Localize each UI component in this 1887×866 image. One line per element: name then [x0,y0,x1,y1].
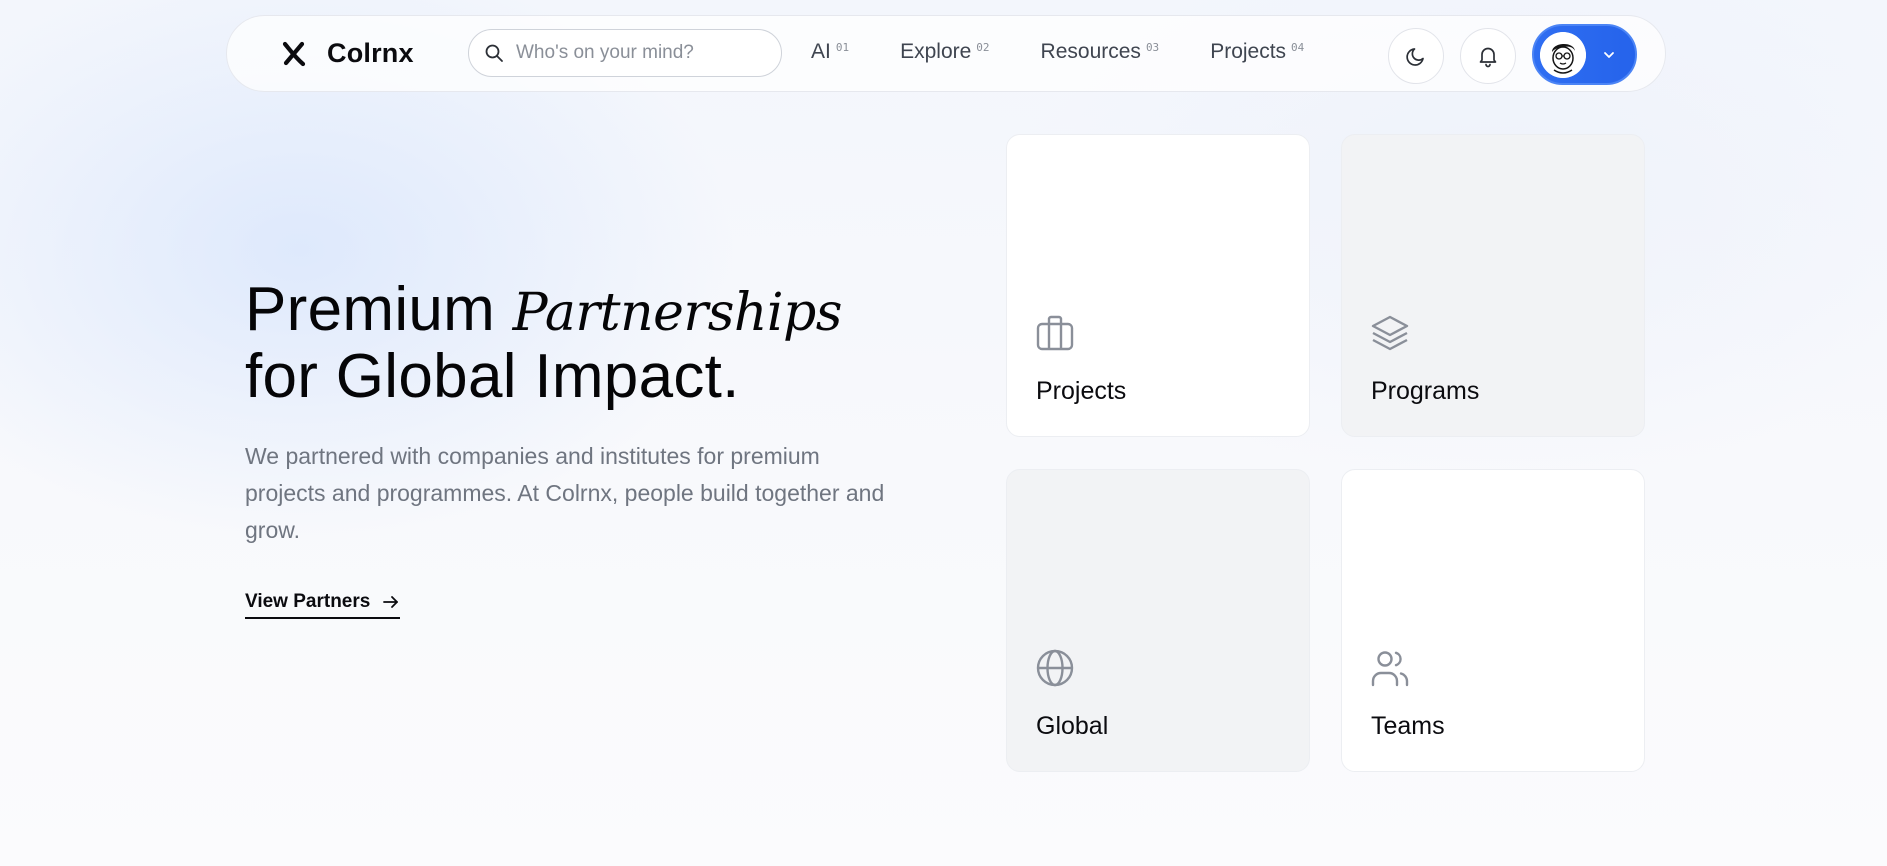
bell-icon [1479,47,1497,68]
arrow-right-icon [383,596,399,608]
search-input[interactable] [516,42,766,64]
card-projects[interactable]: Projects [1006,134,1310,437]
chevron-down-icon [1604,52,1614,58]
briefcase-icon [1036,315,1074,351]
nav-link-explore[interactable]: Explore 02 [900,40,989,64]
search-box[interactable] [468,29,782,77]
nav-links: AI 01 Explore 02 Resources 03 Projects 0… [811,40,1304,64]
hero-title-word: Premium [245,275,496,344]
card-label: Global [1036,712,1109,740]
nav-link-label: Projects [1210,40,1287,63]
hero-title-serif: Partnerships [512,283,843,343]
nav-link-label: Resources [1040,40,1141,63]
theme-toggle-button[interactable] [1388,28,1444,84]
brand-logo-link[interactable]: Colrnx [281,38,414,69]
x-logo-icon [282,41,306,66]
nav-link-resources[interactable]: Resources 03 [1041,40,1160,64]
nav-link-label: Explore [900,40,972,63]
nav-link-number: 01 [835,41,850,54]
profile-menu-button[interactable] [1532,24,1637,85]
moon-icon [1406,48,1424,66]
globe-icon [1036,649,1074,687]
nav-link-ai[interactable]: AI 01 [811,40,849,64]
layers-icon [1371,315,1409,351]
view-partners-link[interactable]: View Partners [245,591,401,619]
cta-label: View Partners [245,591,371,612]
card-label: Projects [1036,377,1127,405]
card-label: Programs [1371,377,1480,405]
avatar [1540,32,1586,78]
nav-link-label: AI [811,40,831,63]
card-global[interactable]: Global [1006,469,1310,772]
card-teams[interactable]: Teams [1341,469,1645,772]
top-navbar: Colrnx AI 01 Explore 02 Resources 03 Pro… [226,15,1666,92]
card-label: Teams [1371,712,1445,740]
card-programs[interactable]: Programs [1341,134,1645,437]
search-icon [485,44,503,62]
hero-description: We partnered with companies and institut… [245,443,885,543]
users-icon [1371,651,1409,687]
nav-link-projects[interactable]: Projects 04 [1210,40,1304,64]
brand-name: Colrnx [327,38,414,68]
hero-title: Premium Partnerships for Global Impact. [245,278,885,408]
nav-link-number: 03 [1145,41,1160,54]
notifications-button[interactable] [1460,28,1516,84]
nav-link-number: 02 [976,41,990,54]
nav-link-number: 04 [1291,41,1305,54]
hero-title-line2: for Global Impact. [245,342,740,411]
